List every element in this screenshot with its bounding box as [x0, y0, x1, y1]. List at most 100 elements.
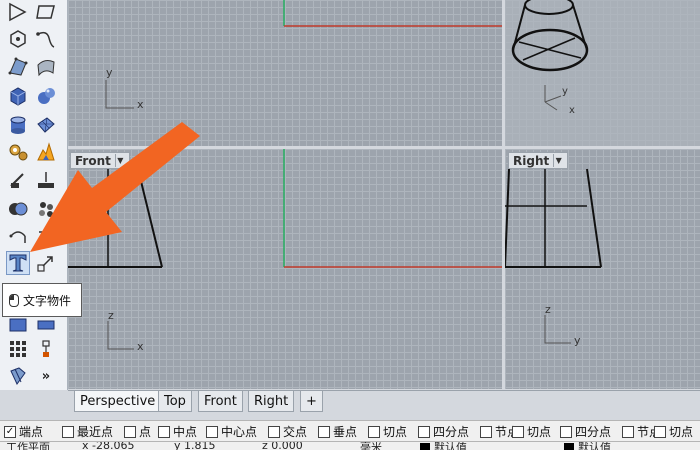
- osnap-label: 垂点: [333, 425, 358, 439]
- explode-icon[interactable]: [34, 140, 58, 164]
- shade-icon[interactable]: [34, 197, 58, 221]
- right-axis-z: z: [545, 303, 551, 316]
- front-viewport-label: Front: [75, 153, 111, 168]
- surface-icon[interactable]: [34, 55, 58, 79]
- main-toolbar: »: [0, 0, 68, 390]
- text-object-icon[interactable]: [6, 251, 30, 275]
- right-viewport-canvas: [505, 168, 602, 344]
- surface-points-icon[interactable]: [6, 55, 30, 79]
- osnap-item[interactable]: 切点: [368, 423, 407, 440]
- status-bar: 工作平面 x -28.065 y 1.815 z 0.000 毫米 默认值 默认…: [0, 441, 700, 450]
- tab-top[interactable]: Top: [158, 391, 192, 412]
- axis-label-x: x: [137, 98, 144, 111]
- rotate-icon[interactable]: [6, 225, 30, 249]
- osnap-checkbox[interactable]: [560, 425, 572, 438]
- polyline-icon[interactable]: [6, 0, 30, 24]
- transform-gear-icon[interactable]: [6, 140, 30, 164]
- osnap-item[interactable]: ✓ 端点: [4, 423, 43, 440]
- osnap-checkbox[interactable]: [418, 425, 430, 438]
- top-viewport-canvas: [105, 0, 502, 109]
- tooltip-text: 文字物件: [23, 293, 72, 308]
- osnap-checkbox[interactable]: [368, 425, 380, 438]
- osnap-checkbox[interactable]: ✓: [4, 425, 16, 438]
- osnap-checkbox[interactable]: [622, 425, 634, 438]
- fillet-icon[interactable]: [34, 225, 58, 249]
- perspective-viewport[interactable]: y x: [505, 0, 700, 146]
- osnap-label: 四分点: [433, 425, 470, 439]
- tab-front[interactable]: Front: [198, 391, 243, 412]
- status-z: z 0.000: [262, 441, 303, 450]
- perspective-axis-y: y: [562, 86, 568, 97]
- osnap-checkbox[interactable]: [512, 425, 524, 438]
- scale-icon[interactable]: [34, 251, 58, 275]
- status-units[interactable]: 毫米: [360, 442, 382, 450]
- front-axis-x: x: [137, 340, 144, 353]
- chevron-down-icon[interactable]: ▼: [553, 154, 563, 167]
- curve-icon[interactable]: [34, 27, 58, 51]
- osnap-label: 端点: [19, 425, 44, 439]
- more-icon[interactable]: »: [34, 364, 58, 388]
- tab-perspective[interactable]: Perspective: [74, 391, 162, 412]
- osnap-checkbox[interactable]: [268, 425, 280, 438]
- dimension-icon[interactable]: [6, 168, 30, 192]
- osnap-item[interactable]: 中点: [158, 423, 197, 440]
- osnap-item[interactable]: 垂点: [318, 423, 357, 440]
- perspective-viewport-canvas: [511, 0, 589, 111]
- status-layer[interactable]: 默认值: [434, 442, 467, 450]
- osnap-label: 切点: [669, 425, 694, 439]
- status-cplane: 工作平面: [6, 441, 50, 450]
- right-axis-y: y: [574, 334, 581, 347]
- osnap-checkbox[interactable]: [654, 425, 666, 438]
- tab-right[interactable]: Right: [248, 391, 295, 412]
- front-viewport-title[interactable]: Front ▼: [70, 152, 130, 169]
- analyze-icon[interactable]: [34, 168, 58, 192]
- top-viewport[interactable]: y x: [68, 0, 502, 146]
- array-icon[interactable]: [6, 337, 30, 361]
- osnap-item[interactable]: 中心点: [206, 423, 257, 440]
- osnap-bar: ✓ 端点 最近点点中点 中心点 交点 垂点 切点 四分点 节点 切点 四分点 节点 切点: [0, 420, 700, 441]
- chevron-down-icon[interactable]: ▼: [114, 154, 125, 167]
- osnap-label: 四分点: [575, 425, 612, 439]
- osnap-item[interactable]: 交点: [268, 423, 307, 440]
- front-viewport-canvas: [68, 149, 502, 350]
- viewport-tabs: Perspective Top Front Right +: [68, 390, 700, 412]
- osnap-label: 交点: [283, 425, 308, 439]
- osnap-label: 中心点: [221, 425, 258, 439]
- osnap-item[interactable]: 切点: [512, 423, 551, 440]
- osnap-checkbox[interactable]: [480, 425, 492, 438]
- osnap-checkbox[interactable]: [62, 425, 74, 438]
- boolean-icon[interactable]: [6, 197, 30, 221]
- right-viewport-title[interactable]: Right ▼: [508, 152, 569, 169]
- osnap-checkbox[interactable]: [124, 425, 136, 438]
- rectangle-icon[interactable]: [34, 0, 58, 24]
- sphere-icon[interactable]: [34, 84, 58, 108]
- osnap-checkbox[interactable]: [158, 425, 170, 438]
- status-x: x -28.065: [82, 441, 135, 450]
- osnap-item[interactable]: 切点: [654, 423, 693, 440]
- osnap-label: 切点: [383, 425, 408, 439]
- osnap-checkbox[interactable]: [318, 425, 330, 438]
- axis-label-y: y: [106, 66, 113, 79]
- osnap-checkbox[interactable]: [206, 425, 218, 438]
- osnap-item[interactable]: 点: [124, 423, 151, 440]
- polygon-icon[interactable]: [6, 27, 30, 51]
- rhino-window: » y x y x Front ▼ z x Right ▼ z y Perspe…: [0, 0, 700, 450]
- mapping-icon[interactable]: [6, 364, 30, 388]
- layer-color-swatch: [420, 443, 430, 450]
- osnap-label: 点: [139, 425, 152, 439]
- front-axis-z: z: [108, 309, 114, 322]
- mesh-icon[interactable]: [34, 113, 58, 137]
- align-icon[interactable]: [34, 337, 58, 361]
- osnap-label: 切点: [527, 425, 552, 439]
- osnap-item[interactable]: 四分点: [560, 423, 611, 440]
- cylinder-icon[interactable]: [6, 113, 30, 137]
- front-viewport[interactable]: Front ▼ z x: [68, 149, 502, 389]
- right-viewport[interactable]: Right ▼ z y: [505, 149, 700, 389]
- box-icon[interactable]: [6, 84, 30, 108]
- osnap-item[interactable]: 最近点: [62, 423, 113, 440]
- osnap-label: 最近点: [77, 425, 114, 439]
- status-layer-2[interactable]: 默认值: [578, 442, 611, 450]
- add-tab-button[interactable]: +: [300, 391, 323, 412]
- mouse-icon: [9, 293, 19, 307]
- osnap-item[interactable]: 四分点: [418, 423, 469, 440]
